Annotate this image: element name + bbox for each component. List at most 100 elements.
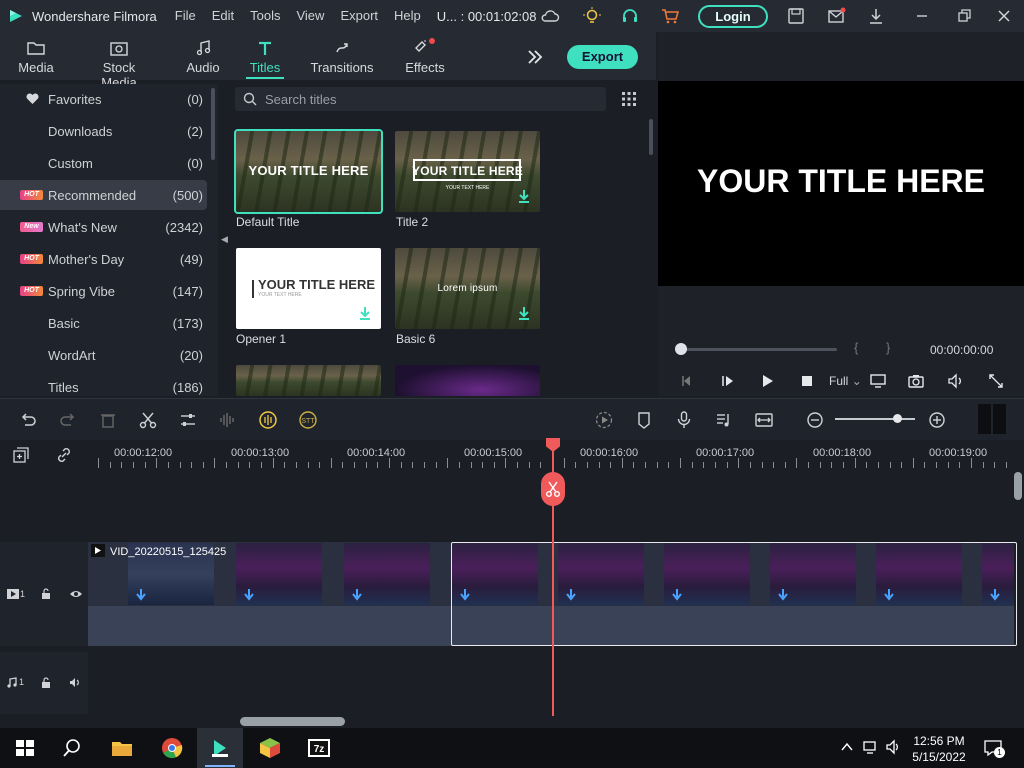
sidebar-item-mothers-day[interactable]: HOT Mother's Day (49) xyxy=(0,244,207,274)
chevron-up-icon[interactable] xyxy=(840,740,854,754)
render-preview-icon[interactable] xyxy=(594,410,614,430)
preview-progress-knob[interactable] xyxy=(675,343,687,355)
undo-icon[interactable] xyxy=(18,410,38,430)
volume-icon[interactable] xyxy=(947,372,965,390)
eye-visibility-icon[interactable] xyxy=(69,589,83,599)
grid-view-icon[interactable] xyxy=(621,91,637,107)
panel-layout-icon[interactable] xyxy=(978,404,1006,434)
menu-view[interactable]: View xyxy=(296,8,324,23)
sidebar-item-custom[interactable]: Custom (0) xyxy=(0,148,207,178)
export-button[interactable]: Export xyxy=(567,45,638,69)
tab-transitions[interactable]: Transitions xyxy=(310,32,374,80)
delete-trash-icon[interactable] xyxy=(98,410,118,430)
menu-file[interactable]: File xyxy=(175,8,196,23)
filmora-taskbar-active[interactable] xyxy=(197,728,243,768)
add-track-icon[interactable] xyxy=(12,446,30,464)
sidebar-scrollbar[interactable] xyxy=(211,88,215,160)
fullscreen-icon[interactable] xyxy=(987,372,1005,390)
search-input[interactable] xyxy=(265,89,595,109)
double-chevron-right-icon[interactable] xyxy=(526,49,544,65)
microphone-icon[interactable] xyxy=(674,410,694,430)
speaker-icon[interactable] xyxy=(69,677,81,688)
tab-media[interactable]: Media xyxy=(14,32,58,80)
audio-waveform-icon[interactable] xyxy=(218,410,238,430)
title-thumbnail-partial[interactable] xyxy=(395,365,540,396)
menu-tools[interactable]: Tools xyxy=(250,8,280,23)
download-arrow-icon[interactable] xyxy=(359,306,371,320)
search-box[interactable] xyxy=(235,87,606,111)
network-icon[interactable] xyxy=(862,739,880,755)
stop-icon[interactable] xyxy=(798,372,816,390)
lightbulb-icon[interactable] xyxy=(582,6,602,26)
mark-out-brace[interactable]: } xyxy=(886,340,890,355)
tab-effects[interactable]: Effects xyxy=(404,32,446,80)
7zip-icon[interactable]: 7z xyxy=(307,736,331,760)
download-icon[interactable] xyxy=(866,6,886,26)
minimize-icon[interactable] xyxy=(912,6,932,26)
marker-icon[interactable] xyxy=(634,410,654,430)
play-frame-icon[interactable] xyxy=(719,372,737,390)
save-icon[interactable] xyxy=(786,6,806,26)
title-thumbnail-title-2[interactable]: YOUR TITLE HERE YOUR TEXT HERE xyxy=(395,131,540,212)
timeline-zoom-knob[interactable] xyxy=(893,414,902,423)
speech-to-text-icon[interactable]: STT xyxy=(298,410,318,430)
chrome-icon[interactable] xyxy=(160,736,184,760)
timeline-horizontal-scrollbar[interactable] xyxy=(240,717,345,726)
timeline-vertical-scrollbar[interactable] xyxy=(1014,472,1022,500)
step-back-icon[interactable] xyxy=(678,372,696,390)
monitor-display-icon[interactable] xyxy=(869,372,887,390)
lock-icon[interactable] xyxy=(41,588,51,600)
cart-icon[interactable] xyxy=(660,6,680,26)
audio-ducking-icon[interactable] xyxy=(258,410,278,430)
sidebar-item-spring-vibe[interactable]: HOT Spring Vibe (147) xyxy=(0,276,207,306)
mail-icon[interactable] xyxy=(826,6,846,26)
notifications-button[interactable]: 1 xyxy=(983,738,1005,758)
windows-start-icon[interactable] xyxy=(13,736,37,760)
adjust-sliders-icon[interactable] xyxy=(178,410,198,430)
sidebar-item-recommended[interactable]: HOT Recommended (500) xyxy=(0,180,207,210)
sidebar-item-favorites[interactable]: Favorites (0) xyxy=(0,84,207,114)
title-thumbnail-opener-1[interactable]: YOUR TITLE HERE YOUR TEXT HERE xyxy=(236,248,381,329)
close-icon[interactable] xyxy=(994,6,1014,26)
timeline-zoom-slider[interactable] xyxy=(835,418,915,420)
volume-tray-icon[interactable] xyxy=(885,739,903,755)
title-thumbnail-default-title[interactable]: YOUR TITLE HERE xyxy=(234,129,383,214)
menu-edit[interactable]: Edit xyxy=(212,8,234,23)
file-explorer-icon[interactable] xyxy=(110,736,134,760)
headset-support-icon[interactable] xyxy=(620,6,640,26)
sidebar-item-basic[interactable]: Basic (173) xyxy=(0,308,207,338)
title-thumbnail-partial[interactable] xyxy=(236,365,381,396)
zoom-in-icon[interactable] xyxy=(927,410,947,430)
sidebar-item-downloads[interactable]: Downloads (2) xyxy=(0,116,207,146)
restore-icon[interactable] xyxy=(954,6,974,26)
mark-in-brace[interactable]: { xyxy=(854,340,858,355)
zoom-out-icon[interactable] xyxy=(805,410,825,430)
link-icon[interactable] xyxy=(55,446,73,464)
tab-audio[interactable]: Audio xyxy=(184,32,222,80)
fit-to-timeline-icon[interactable] xyxy=(754,410,774,430)
quality-dropdown[interactable]: Full ⌄ xyxy=(829,374,862,388)
tab-stock-media[interactable]: Stock Media xyxy=(84,32,154,90)
collapse-sidebar-arrow-icon[interactable]: ◀ xyxy=(221,234,228,245)
tab-titles[interactable]: Titles xyxy=(246,32,284,80)
login-button[interactable]: Login xyxy=(698,5,768,28)
play-icon[interactable] xyxy=(758,372,776,390)
bluestacks-icon[interactable] xyxy=(258,736,282,760)
download-arrow-icon[interactable] xyxy=(518,306,530,320)
audio-mixer-icon[interactable] xyxy=(714,410,734,430)
camera-snapshot-icon[interactable] xyxy=(907,372,925,390)
taskbar-search-icon[interactable] xyxy=(60,736,84,760)
download-arrow-icon[interactable] xyxy=(518,189,530,203)
preview-progress-bar[interactable] xyxy=(681,348,837,351)
selected-clip-outline[interactable] xyxy=(451,542,1017,646)
title-thumbnail-basic-6[interactable]: Lorem ipsum xyxy=(395,248,540,329)
scissors-split-icon[interactable] xyxy=(138,410,158,430)
cloud-icon[interactable] xyxy=(540,6,560,26)
taskbar-clock[interactable]: 12:56 PM 5/15/2022 xyxy=(908,733,970,765)
split-playhead-button[interactable] xyxy=(541,472,565,506)
lock-icon[interactable] xyxy=(41,677,51,689)
sidebar-item-whats-new[interactable]: New What's New (2342) xyxy=(0,212,207,242)
redo-icon[interactable] xyxy=(58,410,78,430)
menu-export[interactable]: Export xyxy=(340,8,378,23)
sidebar-item-wordart[interactable]: WordArt (20) xyxy=(0,340,207,370)
